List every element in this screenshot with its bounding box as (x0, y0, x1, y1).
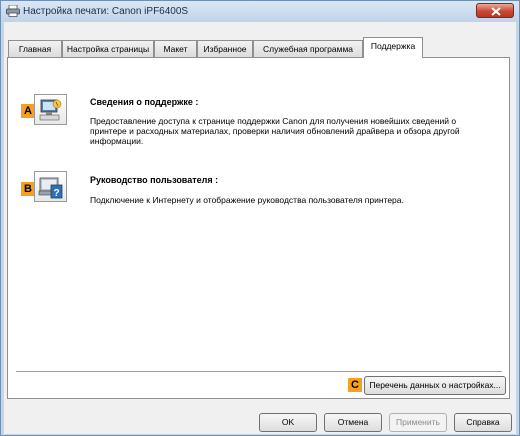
tab-main[interactable]: Главная (8, 40, 62, 57)
user-manual-icon: ? (38, 177, 63, 199)
support-info-button[interactable] (34, 94, 67, 125)
badge-b: B (21, 182, 35, 196)
support-panel: A Сведения о поддержке : Предоставление … (7, 57, 510, 399)
dialog-body: Главная Настройка страницы Макет Избранн… (4, 22, 516, 434)
support-computer-icon (39, 99, 62, 121)
title-bar[interactable]: Настройка печати: Canon iPF6400S (1, 1, 519, 22)
support-info-title: Сведения о поддержке : (90, 97, 199, 107)
window-title: Настройка печати: Canon iPF6400S (23, 6, 189, 17)
svg-text:?: ? (53, 188, 59, 199)
user-manual-title: Руководство пользователя : (90, 175, 219, 185)
badge-a: A (21, 104, 35, 118)
divider (16, 371, 502, 372)
ok-button[interactable]: OK (259, 413, 317, 432)
close-icon (491, 7, 501, 16)
apply-button[interactable]: Применить (389, 413, 447, 432)
user-manual-description: Подключение к Интернету и отображение ру… (90, 195, 404, 205)
tab-layout[interactable]: Макет (154, 40, 197, 57)
badge-c: C (348, 378, 362, 392)
settings-list-button[interactable]: Перечень данных о настройках... (364, 376, 506, 395)
close-button[interactable] (476, 3, 514, 18)
tab-utility[interactable]: Служебная программа (253, 40, 363, 57)
user-manual-button[interactable]: ? (34, 171, 67, 202)
tab-favorites[interactable]: Избранное (197, 40, 253, 57)
support-info-description: Предоставление доступа к странице поддер… (90, 116, 460, 146)
tab-support[interactable]: Поддержка (363, 37, 423, 58)
help-button[interactable]: Справка (454, 413, 512, 432)
print-settings-window: Настройка печати: Canon iPF6400S Главная… (0, 0, 520, 436)
printer-icon (6, 4, 20, 17)
cancel-button[interactable]: Отмена (324, 413, 382, 432)
tab-page-setup[interactable]: Настройка страницы (62, 40, 154, 57)
